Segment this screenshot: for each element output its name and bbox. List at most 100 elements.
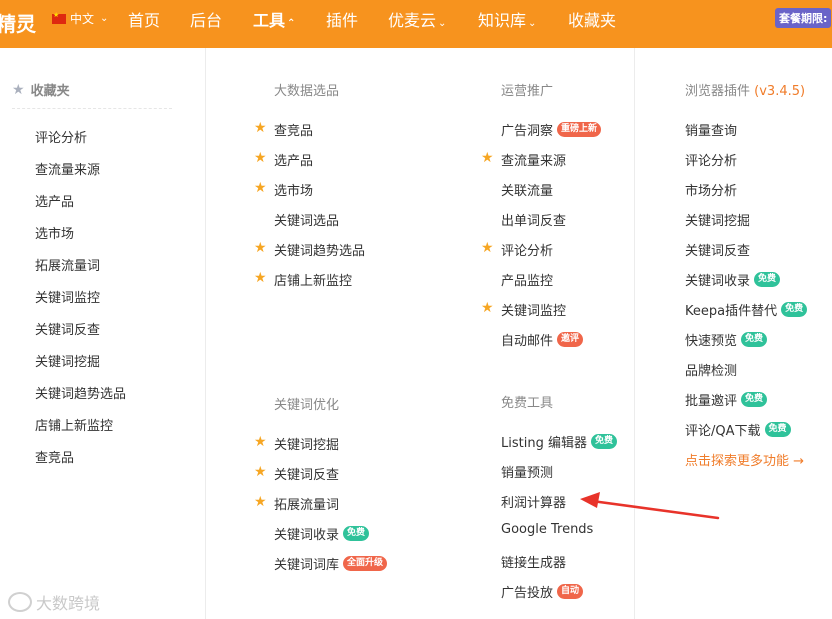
menu-item-label: 市场分析 — [685, 184, 738, 199]
menu-item[interactable]: 快速预览 免费 — [685, 330, 768, 349]
menu-item-profit-calculator[interactable]: 利润计算器 — [501, 492, 566, 511]
menu-item[interactable]: 批量邀评 免费 — [685, 390, 768, 409]
menu-item[interactable]: 关键词反查 — [685, 240, 750, 259]
star-icon: ★ — [481, 150, 494, 166]
menu-item-label: 评论分析 — [501, 244, 554, 259]
upgrade-badge: 全面升级 — [343, 556, 388, 571]
menu-item[interactable]: 关键词词库 全面升级 — [274, 554, 388, 573]
nav-favorites[interactable]: 收藏夹 — [568, 7, 616, 31]
nav-youmaiyun-label: 优麦云 — [388, 11, 437, 30]
nav-tools[interactable]: 工具 ⌃ — [253, 7, 295, 31]
menu-item-label: 品牌检测 — [685, 364, 738, 379]
menu-item-label: 出单词反查 — [501, 214, 567, 229]
menu-item-label: 查流量来源 — [501, 154, 567, 169]
menu-item[interactable]: 评论/QA下载 免费 — [685, 420, 791, 439]
china-flag-icon — [52, 11, 66, 24]
favorites-sidebar — [0, 48, 206, 619]
section-title-ops: 运营推广 — [501, 84, 554, 99]
menu-item[interactable]: 销量预测 — [501, 462, 553, 481]
auto-badge: 自动 — [557, 584, 584, 599]
menu-item[interactable]: 链接生成器 — [501, 552, 566, 571]
menu-item[interactable]: 广告投放 自动 — [501, 582, 584, 601]
sidebar-item[interactable]: 拓展流量词 — [35, 255, 100, 274]
sidebar-item[interactable]: 关键词趋势选品 — [35, 383, 126, 402]
star-icon: ★ — [254, 120, 267, 136]
menu-item[interactable]: 查竞品 — [274, 120, 313, 139]
plan-badge[interactable]: 套餐期限: — [775, 8, 832, 28]
free-badge: 免费 — [741, 392, 768, 407]
menu-item[interactable]: Keepa插件替代 免费 — [685, 300, 808, 319]
menu-item[interactable]: 自动邮件 邀评 — [501, 330, 584, 349]
menu-item[interactable]: 关键词监控 — [501, 300, 566, 319]
menu-item-label: 利润计算器 — [501, 496, 567, 511]
explore-more-link[interactable]: 点击探索更多功能 → — [685, 450, 804, 469]
menu-item-label: 关联流量 — [501, 184, 554, 199]
menu-item[interactable]: 关键词反查 — [274, 464, 339, 483]
menu-item-label: 拓展流量词 — [274, 498, 340, 513]
star-icon: ★ — [254, 150, 267, 166]
menu-item[interactable]: 出单词反查 — [501, 210, 566, 229]
menu-item[interactable]: 市场分析 — [685, 180, 737, 199]
star-icon: ★ — [254, 434, 267, 450]
menu-item[interactable]: 评论分析 — [685, 150, 737, 169]
sidebar-item[interactable]: 评论分析 — [35, 127, 87, 146]
menu-item-label: 关键词挖掘 — [274, 438, 340, 453]
menu-item[interactable]: 广告洞察 重磅上新 — [501, 120, 602, 139]
menu-item-label: 关键词监控 — [501, 304, 567, 319]
menu-item[interactable]: 查流量来源 — [501, 150, 566, 169]
sidebar-item[interactable]: 查竞品 — [35, 447, 74, 466]
nav-plugins[interactable]: 插件 — [326, 7, 358, 31]
sidebar-item[interactable]: 关键词监控 — [35, 287, 100, 306]
nav-backend[interactable]: 后台 — [190, 7, 222, 31]
language-switcher[interactable]: 中文 ⌄ — [52, 10, 108, 27]
menu-item[interactable]: 评论分析 — [501, 240, 553, 259]
menu-item[interactable]: 产品监控 — [501, 270, 553, 289]
sidebar-item[interactable]: 店铺上新监控 — [35, 415, 113, 434]
nav-knowledge[interactable]: 知识库 ⌄ — [478, 7, 536, 31]
menu-item[interactable]: 拓展流量词 — [274, 494, 339, 513]
sidebar-item[interactable]: 关键词反查 — [35, 319, 100, 338]
menu-item[interactable]: Listing 编辑器 免费 — [501, 432, 617, 451]
sidebar-item[interactable]: 选市场 — [35, 223, 74, 242]
section-title-free: 免费工具 — [501, 396, 554, 411]
menu-item-label: 广告洞察 — [501, 124, 554, 139]
menu-item-label: 关键词反查 — [274, 468, 340, 483]
nav-plugins-label: 插件 — [326, 11, 359, 30]
nav-home[interactable]: 首页 — [128, 7, 160, 31]
menu-item[interactable]: 关键词趋势选品 — [274, 240, 365, 259]
chevron-down-icon: ⌄ — [100, 13, 109, 24]
nav-youmaiyun[interactable]: 优麦云 ⌄ — [388, 7, 446, 31]
menu-item[interactable]: 店铺上新监控 — [274, 270, 352, 289]
menu-item[interactable]: 关键词挖掘 — [274, 434, 339, 453]
favorites-title: ★ 收藏夹 — [12, 80, 70, 100]
top-nav-bar: 精灵 中文 ⌄ 首页 后台 工具⌃ 插件 优麦云⌄ 知识库⌄ 收藏夹 套餐期限: — [0, 0, 832, 48]
sidebar-item[interactable]: 关键词挖掘 — [35, 351, 100, 370]
menu-item-label: 关键词词库 — [274, 558, 340, 573]
sidebar-item[interactable]: 查流量来源 — [35, 159, 100, 178]
watermark: 大数跨境 — [8, 590, 100, 614]
free-badge: 免费 — [764, 422, 791, 437]
column-divider — [634, 48, 635, 619]
menu-item[interactable]: 销量查询 — [685, 120, 737, 139]
menu-item[interactable]: 关键词挖掘 — [685, 210, 750, 229]
menu-item-label: 选产品 — [274, 154, 314, 169]
chevron-up-icon: ⌃ — [287, 18, 296, 29]
logo-text: 精灵 — [0, 12, 36, 36]
watermark-text: 大数跨境 — [36, 594, 101, 613]
nav-backend-label: 后台 — [190, 11, 223, 30]
menu-item-label: 关键词反查 — [685, 244, 751, 259]
menu-item[interactable]: 选产品 — [274, 150, 313, 169]
version-label: (v3.4.5) — [754, 84, 806, 99]
free-badge: 免费 — [781, 302, 808, 317]
menu-item[interactable]: 品牌检测 — [685, 360, 737, 379]
menu-item[interactable]: 关键词选品 — [274, 210, 339, 229]
language-label: 中文 — [70, 12, 95, 26]
watermark-logo-icon — [8, 592, 32, 612]
nav-tools-label: 工具 — [253, 11, 286, 30]
sidebar-item[interactable]: 选产品 — [35, 191, 74, 210]
menu-item[interactable]: 关键词收录 免费 — [685, 270, 781, 289]
menu-item[interactable]: 选市场 — [274, 180, 313, 199]
menu-item-label: 评论/QA下载 — [685, 424, 761, 439]
menu-item[interactable]: 关联流量 — [501, 180, 553, 199]
menu-item[interactable]: 关键词收录 免费 — [274, 524, 370, 543]
